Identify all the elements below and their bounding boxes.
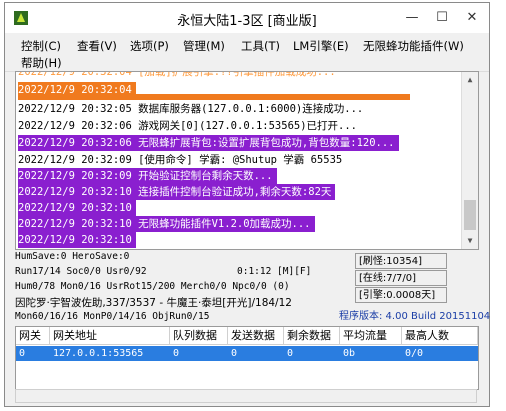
table-scrollbar[interactable] [15,389,477,403]
hum-stats: Hum0/78 Mon0/16 UsrRot15/200 Merch0/0 Np… [15,281,290,292]
program-version: 程序版本: 4.00 Build 20151104 [339,311,491,322]
cell-max-users: 0/0 [405,348,424,359]
menu-lm-engine[interactable]: LM引擎(E) [293,38,349,54]
engine-box: [引擎:0.0008天] [355,287,447,303]
log-line: 2022/12/9 20:32:06 无限蜂扩展背包:设置扩展背包成功,背包数量… [18,135,399,151]
log-line: 2022/12/9 20:32:09 [使用命令] 学霸: @Shutup 学霸… [18,154,343,166]
main-window: 永恒大陆1-3区 [商业版] — ☐ ✕ 控制(C) 查看(V) 选项(P) 管… [4,2,490,407]
log-line: 2022/12/9 20:32:10 [18,200,136,216]
column-header[interactable]: 发送数据 [228,327,284,345]
uptime: 0:1:12 [M][F] [237,266,312,277]
column-header[interactable]: 最高人数 [402,327,478,345]
run-stats: Run17/14 Soc0/0 Usr0/92 [15,266,147,277]
save-stats: HumSave:0 HeroSave:0 [15,251,130,262]
menu-tools[interactable]: 工具(T) [241,38,280,54]
menu-plugin[interactable]: 无限蜂功能插件(W) [363,38,464,54]
mon-stats: Mon60/16/16 MonP0/14/16 ObjRun0/15 [15,311,210,322]
cell-address: 127.0.0.1:53565 [53,348,144,359]
menu-bar: 控制(C) 查看(V) 选项(P) 管理(M) 工具(T) LM引擎(E) 无限… [5,33,489,72]
menu-options[interactable]: 选项(P) [130,38,169,54]
cell-gateway: 0 [19,348,26,359]
log-scrollbar[interactable]: ▲ ▼ [461,72,478,249]
log-line: 2022/12/9 20:32:04 [加载]扩展引擎:??引擎插件加载成功..… [18,71,336,78]
log-line: 2022/12/9 20:32:10 [18,232,136,248]
online-box: [在线:7/7/0] [355,270,447,286]
column-header[interactable]: 网关地址 [50,327,170,345]
log-line: 2022/12/9 20:32:10 连接插件控制台验证成功,剩余天数:82天 [18,184,336,200]
log-line: 2022/12/9 20:32:05 数据库服务器(127.0.0.1:6000… [18,103,364,115]
log-line: 2022/12/9 20:32:04 [18,82,136,98]
cell-avg-traffic: 0b [343,348,356,359]
log-line: 2022/12/9 20:32:09 开始验证控制台剩余天数... [18,168,277,184]
refresh-box: [刷怪:10354] [355,253,447,269]
log-line: 2022/12/9 20:32:10 无限蜂功能插件V1.2.0加载成功... [18,216,315,232]
column-header[interactable]: 平均流量 [340,327,402,345]
log-line: 2022/12/9 20:32:06 游戏网关[0](127.0.0.1:535… [18,120,358,132]
menu-view[interactable]: 查看(V) [77,38,117,54]
cell-queue: 0 [173,348,180,359]
menu-help[interactable]: 帮助(H) [21,55,62,71]
menu-control[interactable]: 控制(C) [21,38,61,54]
menu-manage[interactable]: 管理(M) [183,38,225,54]
maximize-button[interactable]: ☐ [427,3,457,33]
gateway-table[interactable]: 网关 网关地址 队列数据 发送数据 剩余数据 平均流量 最高人数 0 127.0… [15,326,479,390]
column-header[interactable]: 剩余数据 [284,327,340,345]
close-button[interactable]: ✕ [457,3,487,33]
column-header[interactable]: 网关 [16,327,50,345]
log-panel[interactable]: 2022/12/9 20:32:04 [加载]扩展引擎:??引擎插件加载成功..… [15,71,479,250]
scroll-thumb[interactable] [464,200,476,230]
scroll-down-icon[interactable]: ▼ [462,233,478,249]
scroll-up-icon[interactable]: ▲ [462,72,478,88]
player-stats: 因陀罗·宇智波佐助,337/3537 - 牛魔王·泰坦[开光]/184/12 [15,297,292,309]
column-header[interactable]: 队列数据 [170,327,228,345]
cell-sent: 0 [231,348,238,359]
cell-remaining: 0 [287,348,294,359]
minimize-button[interactable]: — [397,3,427,33]
title-bar: 永恒大陆1-3区 [商业版] — ☐ ✕ [5,3,489,33]
